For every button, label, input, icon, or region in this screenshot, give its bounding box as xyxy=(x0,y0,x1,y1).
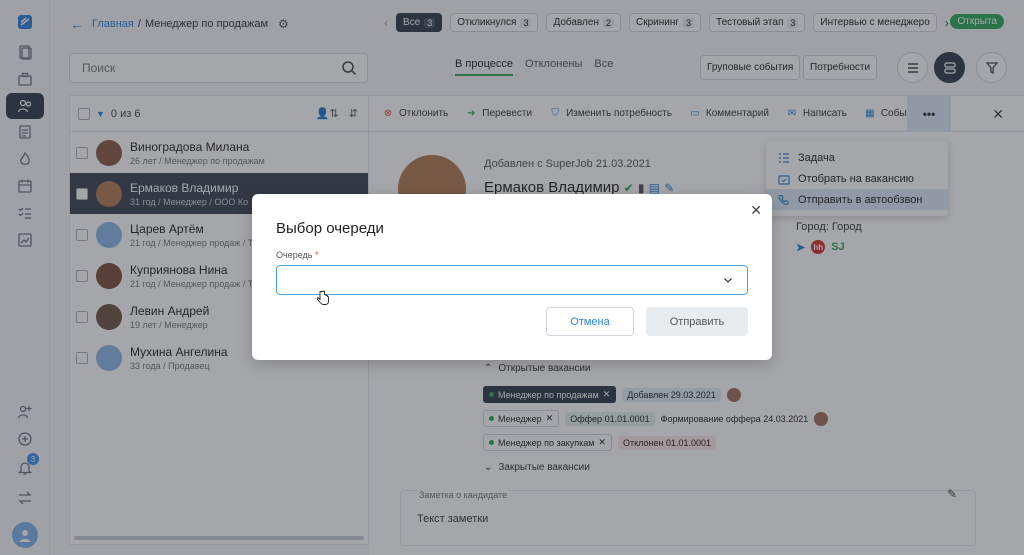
cancel-button[interactable]: Отмена xyxy=(546,307,634,336)
queue-select-modal: Выбор очереди ✕ Очередь * Отмена Отправи… xyxy=(252,194,772,360)
field-label-text: Очередь xyxy=(276,250,313,260)
close-icon[interactable]: ✕ xyxy=(750,202,762,219)
queue-field-label: Очередь * xyxy=(276,250,318,260)
submit-button[interactable]: Отправить xyxy=(646,307,748,336)
hand-cursor-icon xyxy=(316,290,329,305)
modal-title: Выбор очереди xyxy=(276,220,384,237)
queue-select[interactable] xyxy=(276,265,748,295)
chevron-down-icon xyxy=(724,278,732,283)
required-mark: * xyxy=(314,250,319,260)
